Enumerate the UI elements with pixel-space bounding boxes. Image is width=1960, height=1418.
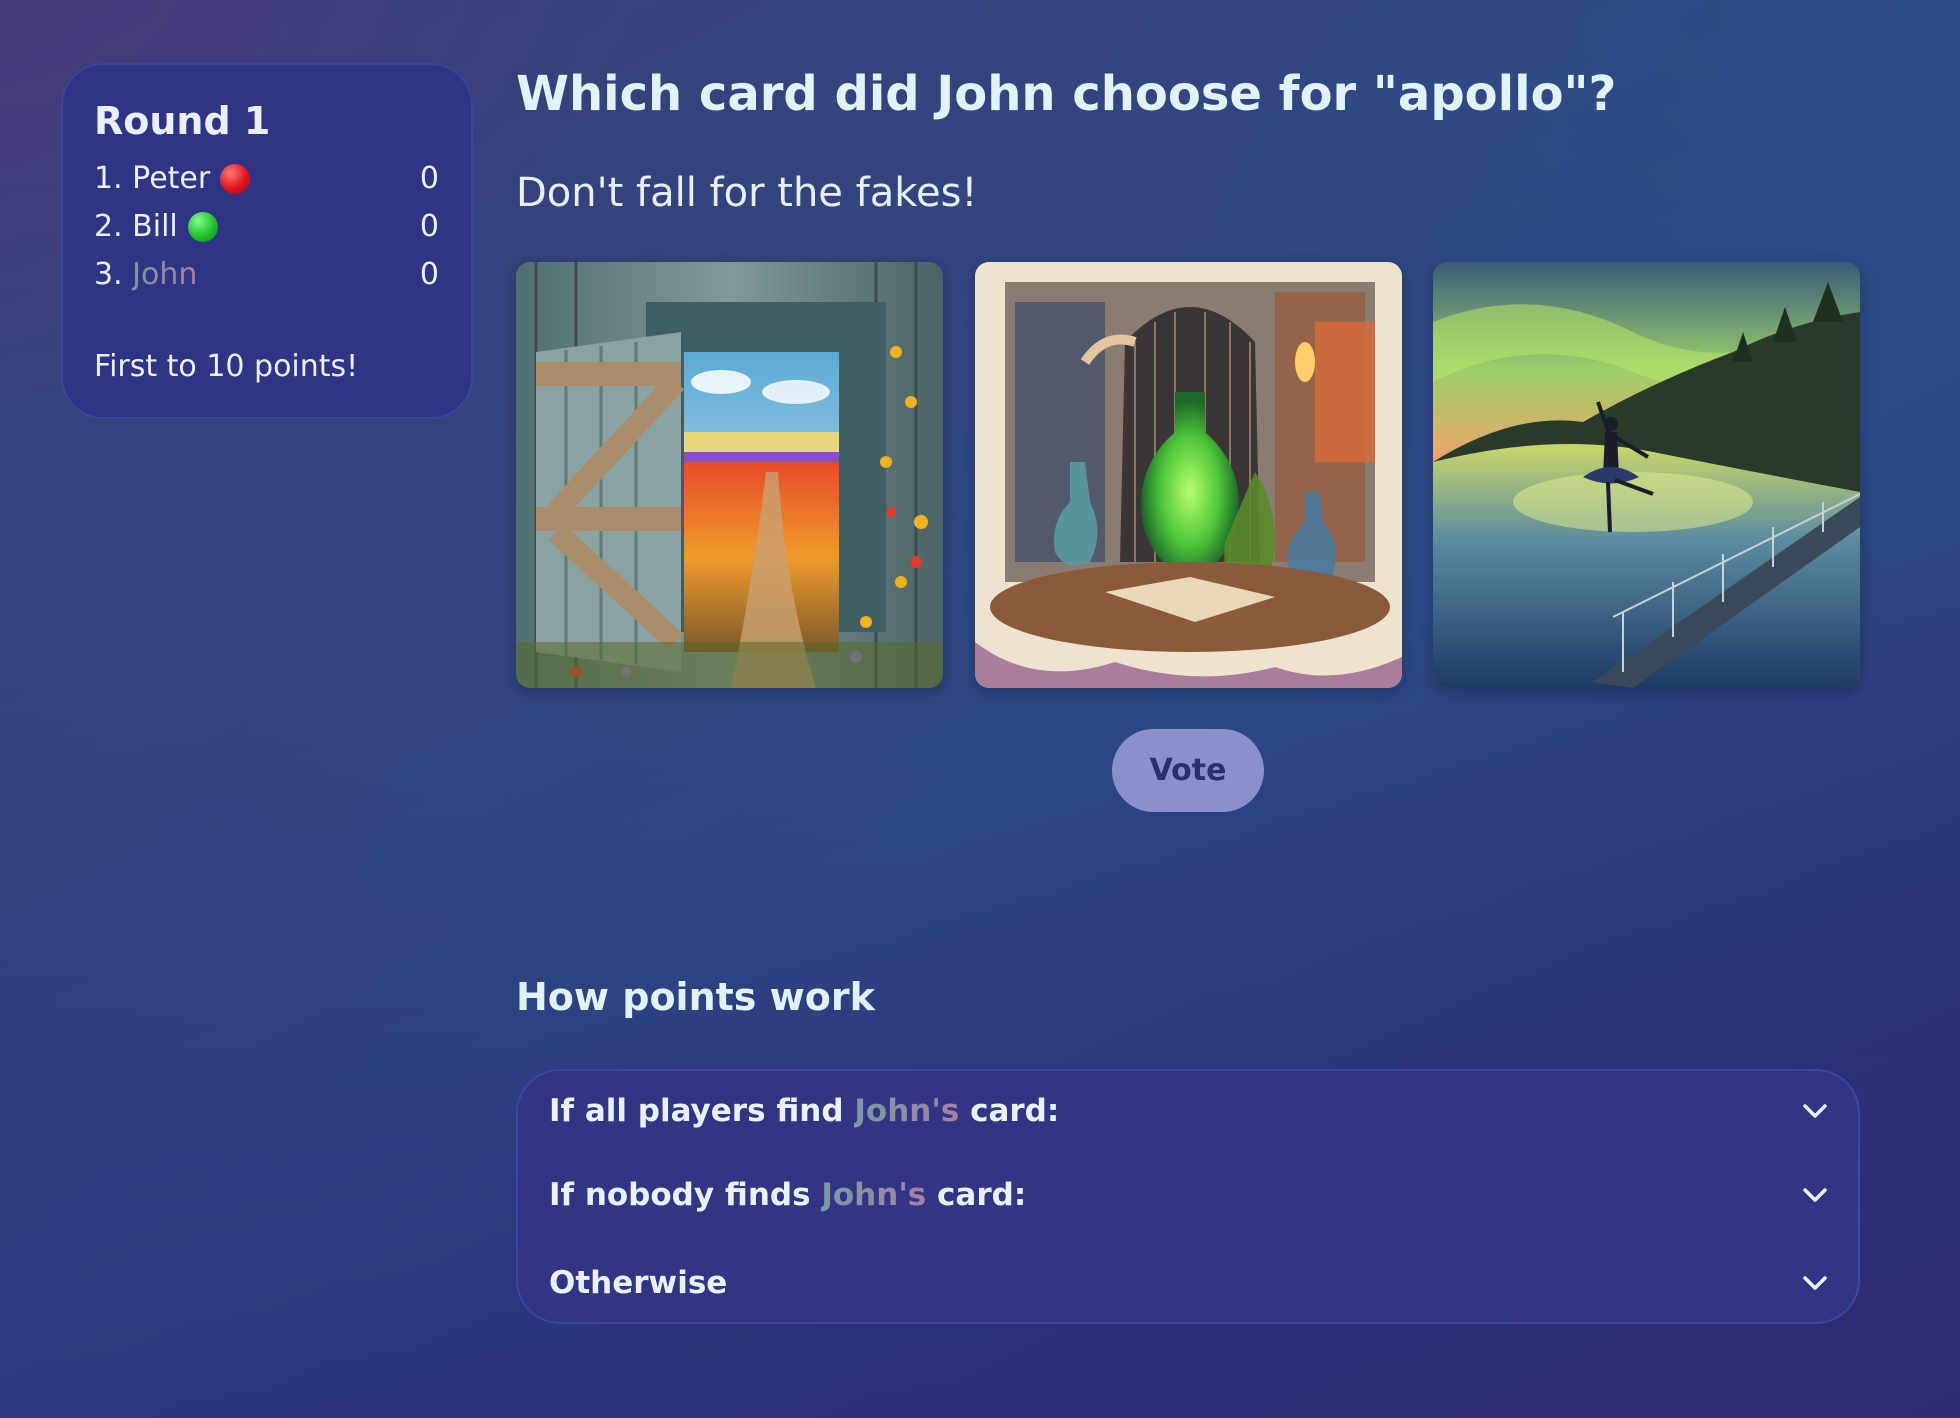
points-accordion: If all players find John's card: If nobo… [516,1069,1860,1324]
chevron-down-icon [1803,1188,1827,1202]
label-prefix: If all players find [549,1093,855,1129]
question-subtitle: Don't fall for the fakes! [516,170,978,216]
player-score: 0 [419,209,439,245]
player-score: 0 [419,257,439,293]
round-title: Round 1 [94,99,271,143]
scoreboard-panel: Round 1 1. Peter 0 2. Bill 0 3. John 0 F… [61,63,473,419]
card-option-1[interactable] [516,262,943,688]
label-prefix: If nobody finds [549,1177,822,1213]
label-suffix: card: [926,1177,1027,1213]
accordion-item-otherwise[interactable]: Otherwise [518,1239,1858,1322]
accordion-item-nobody-finds[interactable]: If nobody finds John's card: [518,1151,1858,1239]
card-option-3[interactable] [1433,262,1860,688]
points-heading: How points work [516,975,875,1019]
card-image-ballerina [1433,262,1860,688]
label-player-name: John's [821,1177,927,1213]
green-circle-icon [187,211,218,242]
chevron-down-icon [1803,1276,1827,1290]
label-suffix: card: [959,1093,1060,1129]
card-image-barn-door [516,262,943,688]
accordion-item-label: Otherwise [549,1265,728,1301]
goal-text: First to 10 points! [94,348,359,384]
question-title: Which card did John choose for "apollo"? [516,66,1617,122]
label-player-name: John's [854,1093,960,1129]
accordion-item-all-find[interactable]: If all players find John's card: [518,1071,1858,1151]
player-name: Peter [132,161,211,197]
chevron-down-icon [1803,1104,1827,1118]
player-row: 3. John 0 [94,251,439,299]
card-image-alchemy [975,262,1402,688]
player-row: 2. Bill 0 [94,203,439,251]
player-score: 0 [419,161,439,197]
accordion-item-label: If all players find John's card: [549,1093,1059,1129]
player-rank: 1. [94,161,123,197]
player-name: John [132,257,198,293]
player-row: 1. Peter 0 [94,155,439,203]
accordion-item-label: If nobody finds John's card: [549,1177,1026,1213]
red-circle-icon [220,163,251,194]
player-rank: 2. [94,209,123,245]
card-option-2[interactable] [975,262,1402,688]
player-rank: 3. [94,257,123,293]
player-name: Bill [132,209,178,245]
vote-button[interactable]: Vote [1112,729,1264,812]
